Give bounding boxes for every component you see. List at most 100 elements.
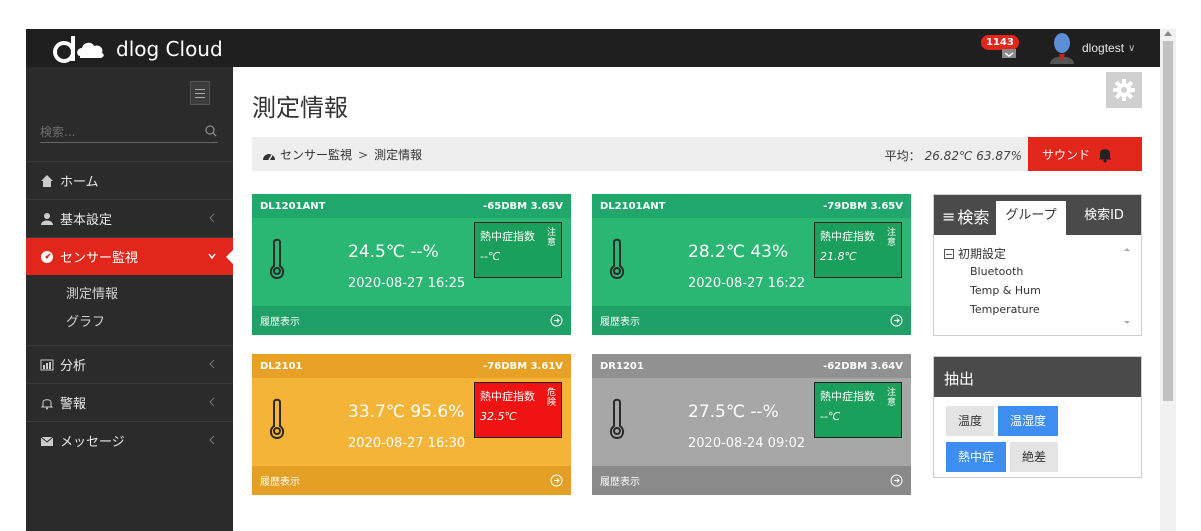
- arrow-right-circle-icon[interactable]: [890, 314, 903, 327]
- sidebar-item-sensor-monitor[interactable]: センサー監視: [26, 237, 234, 275]
- chip-temp-humidity[interactable]: 温湿度: [998, 406, 1059, 436]
- history-link[interactable]: 履歴表示: [260, 473, 300, 488]
- scroll-up-icon[interactable]: [1164, 31, 1172, 36]
- sidebar-item-analysis[interactable]: 分析: [26, 345, 233, 383]
- breadcrumb-item-current: 測定情報: [374, 148, 423, 162]
- thermometer-icon: [609, 238, 625, 280]
- sidebar-item-home[interactable]: ホーム: [26, 161, 233, 199]
- sidebar: ホーム 基本設定 センサー監視 測定情報 グラフ 分析: [26, 67, 234, 531]
- sensor-card[interactable]: DR1201 -62DBM 3.64V 27.5℃ --% 2020-08-24…: [592, 354, 911, 495]
- heat-index-title: 熱中症指数: [820, 230, 875, 243]
- tree-scrollbar[interactable]: [1121, 245, 1133, 327]
- card-header: DL1201ANT -65DBM 3.65V: [252, 194, 571, 218]
- menu-toggle-button[interactable]: [190, 81, 210, 105]
- arrow-right-circle-icon[interactable]: [890, 474, 903, 487]
- dlog-logo-icon: [53, 36, 104, 63]
- breadcrumb: センサー監視 > 測定情報: [262, 146, 422, 163]
- sensor-signal: -76DBM 3.61V: [483, 360, 563, 372]
- card-footer[interactable]: 履歴表示: [252, 466, 571, 495]
- card-header: DL2101 -76DBM 3.61V: [252, 354, 571, 378]
- tree-root[interactable]: 初期設定: [944, 245, 1113, 262]
- home-icon: [41, 174, 53, 187]
- sidebar-item-label: ホーム: [60, 175, 99, 190]
- sidebar-subitem-graph[interactable]: グラフ: [66, 309, 233, 337]
- heat-index-box: 熱中症指数 注意 --℃: [474, 222, 562, 278]
- breadcrumb-separator: >: [358, 147, 369, 162]
- sensor-signal: -65DBM 3.65V: [483, 200, 563, 212]
- heat-index-title: 熱中症指数: [820, 390, 875, 403]
- sidebar-search-input[interactable]: [40, 122, 190, 142]
- average-value: 26.82℃ 63.87%: [924, 149, 1022, 163]
- arrow-right-circle-icon[interactable]: [550, 314, 563, 327]
- sidebar-nav: ホーム 基本設定 センサー監視 測定情報 グラフ 分析 警報 メッセージ: [26, 161, 234, 459]
- sidebar-item-label: 警報: [60, 397, 87, 412]
- tree-item[interactable]: Temperature: [944, 300, 1113, 319]
- app-root: dlog Cloud 1143 dlogtest ∨ 検索... ホーム 基本設…: [0, 0, 1201, 531]
- sensor-card[interactable]: DL2101 -76DBM 3.61V 33.7℃ 95.6% 2020-08-…: [252, 354, 571, 495]
- sensor-timestamp: 2020-08-27 16:22: [688, 276, 806, 291]
- card-footer[interactable]: 履歴表示: [252, 306, 571, 335]
- group-tree: 初期設定 Bluetooth Temp & Hum Temperature: [934, 235, 1141, 331]
- sensor-reading: 27.5℃ --%: [688, 402, 779, 422]
- search-panel-header: ≡ 検索 グループ 検索ID: [934, 195, 1141, 235]
- sensor-name: DR1201: [600, 360, 644, 372]
- page-scrollbar[interactable]: [1160, 29, 1176, 531]
- sensor-name: DL1201ANT: [260, 200, 326, 212]
- extract-panel: 抽出 温度 温湿度 熱中症 絶差: [933, 356, 1142, 478]
- sensor-reading: 28.2℃ 43%: [688, 242, 789, 262]
- tab-group[interactable]: グループ: [996, 201, 1066, 235]
- sidebar-subitem-measurement[interactable]: 測定情報: [66, 281, 233, 309]
- average-label: 平均：: [884, 149, 921, 163]
- sensor-card[interactable]: DL2101ANT -79DBM 3.65V 28.2℃ 43% 2020-08…: [592, 194, 911, 335]
- card-footer[interactable]: 履歴表示: [592, 466, 911, 495]
- tab-search-id[interactable]: 検索ID: [1066, 201, 1142, 235]
- history-link[interactable]: 履歴表示: [600, 473, 640, 488]
- bell-icon: [40, 398, 54, 409]
- sidebar-item-label: 基本設定: [60, 213, 113, 228]
- history-link[interactable]: 履歴表示: [600, 313, 640, 328]
- search-panel: ≡ 検索 グループ 検索ID 初期設定 Bluetooth Temp & Hum …: [933, 194, 1142, 336]
- heat-index-level: 注意: [547, 228, 557, 248]
- heat-index-level: 注意: [887, 228, 897, 248]
- breadcrumb-item-sensor-monitor[interactable]: センサー監視: [280, 146, 352, 163]
- card-body: 33.7℃ 95.6% 2020-08-27 16:30 熱中症指数 危険 32…: [252, 378, 571, 466]
- user-menu[interactable]: dlogtest ∨: [1048, 32, 1135, 64]
- sidebar-search: [40, 121, 218, 143]
- heat-index-box: 熱中症指数 注意 21.8℃: [814, 222, 902, 278]
- sidebar-item-basic-settings[interactable]: 基本設定: [26, 199, 233, 237]
- sensor-reading: 33.7℃ 95.6%: [348, 402, 465, 422]
- heat-index-title: 熱中症指数: [480, 230, 535, 243]
- tree-item[interactable]: Temp & Hum: [944, 281, 1113, 300]
- sidebar-item-message[interactable]: メッセージ: [26, 421, 233, 459]
- active-indicator: [226, 249, 234, 265]
- arrow-right-circle-icon[interactable]: [550, 474, 563, 487]
- collapse-icon[interactable]: [944, 248, 954, 259]
- inbox-icon: [1002, 49, 1016, 58]
- tree-item[interactable]: Bluetooth: [944, 262, 1113, 281]
- heat-index-level: 危険: [547, 388, 557, 408]
- sound-button[interactable]: サウンド: [1028, 137, 1142, 171]
- card-footer[interactable]: 履歴表示: [592, 306, 911, 335]
- sidebar-item-label: センサー監視: [60, 251, 139, 266]
- scroll-thumb[interactable]: [1163, 41, 1173, 401]
- sensor-name: DL2101ANT: [600, 200, 666, 212]
- history-link[interactable]: 履歴表示: [260, 313, 300, 328]
- chip-heatstroke[interactable]: 熱中症: [946, 442, 1007, 472]
- settings-button[interactable]: [1106, 72, 1142, 108]
- chip-difference[interactable]: 絶差: [1010, 442, 1059, 472]
- search-icon[interactable]: [204, 124, 218, 138]
- list-icon: ≡: [942, 206, 956, 226]
- chip-temperature[interactable]: 温度: [946, 406, 995, 436]
- sensor-card[interactable]: DL1201ANT -65DBM 3.65V 24.5℃ --% 2020-08…: [252, 194, 571, 335]
- search-panel-title-text: 検索: [957, 208, 990, 227]
- sidebar-item-alarm[interactable]: 警報: [26, 383, 233, 421]
- brand[interactable]: dlog Cloud: [52, 36, 223, 63]
- notification-button[interactable]: 1143: [981, 35, 1019, 61]
- chevron-left-icon: [209, 213, 215, 223]
- search-panel-title: ≡ 検索: [942, 204, 989, 228]
- sound-label: サウンド: [1042, 147, 1091, 162]
- sidebar-item-label: メッセージ: [60, 435, 125, 450]
- heat-index-box: 熱中症指数 注意 --℃: [814, 382, 902, 438]
- hamburger-icon-line: [195, 97, 205, 98]
- extract-panel-header: 抽出: [934, 357, 1141, 397]
